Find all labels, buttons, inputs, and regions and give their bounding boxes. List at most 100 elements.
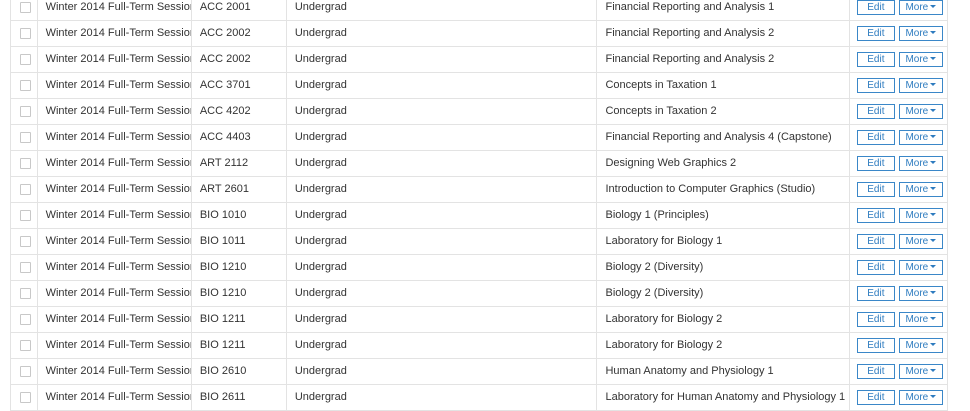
table-row: Winter 2014 Full-Term Session BIO 1011 U… bbox=[10, 228, 949, 255]
edit-button[interactable]: Edit bbox=[856, 389, 895, 405]
edit-button[interactable]: Edit bbox=[856, 25, 895, 41]
course-code-cell: BIO 1210 bbox=[190, 254, 287, 281]
row-select-checkbox[interactable] bbox=[20, 391, 31, 403]
level-cell: Undergrad bbox=[285, 46, 598, 73]
row-select-checkbox[interactable] bbox=[20, 287, 31, 299]
more-dropdown-button[interactable]: More bbox=[898, 155, 943, 171]
more-button-label: More bbox=[905, 235, 929, 247]
more-dropdown-button[interactable]: More bbox=[898, 103, 943, 119]
edit-button[interactable]: Edit bbox=[856, 129, 895, 145]
row-select-cell bbox=[10, 384, 38, 411]
more-dropdown-button[interactable]: More bbox=[898, 363, 943, 379]
more-dropdown-button[interactable]: More bbox=[898, 0, 943, 15]
course-title-cell: Introduction to Computer Graphics (Studi… bbox=[596, 176, 850, 203]
level-cell: Undergrad bbox=[285, 280, 598, 307]
row-select-checkbox[interactable] bbox=[20, 209, 31, 221]
more-dropdown-button[interactable]: More bbox=[898, 77, 943, 93]
row-select-cell bbox=[10, 358, 38, 385]
row-select-checkbox[interactable] bbox=[20, 27, 31, 39]
caret-down-icon bbox=[930, 368, 937, 372]
level-cell: Undergrad bbox=[285, 384, 598, 411]
edit-button[interactable]: Edit bbox=[856, 181, 895, 197]
more-button-label: More bbox=[905, 131, 929, 143]
course-table-container: Winter 2014 Full-Term Session ACC 2001 U… bbox=[10, 0, 949, 411]
caret-down-icon bbox=[930, 394, 937, 398]
table-row: Winter 2014 Full-Term Session BIO 1210 U… bbox=[10, 280, 949, 307]
caret-down-icon bbox=[930, 30, 937, 34]
more-button-label: More bbox=[905, 287, 929, 299]
term-cell: Winter 2014 Full-Term Session bbox=[36, 20, 192, 47]
edit-button[interactable]: Edit bbox=[856, 363, 895, 379]
edit-button[interactable]: Edit bbox=[856, 207, 895, 223]
edit-button[interactable]: Edit bbox=[856, 285, 895, 301]
actions-cell: Edit More bbox=[848, 358, 949, 385]
more-dropdown-button[interactable]: More bbox=[898, 207, 943, 223]
course-code-cell: BIO 1211 bbox=[190, 332, 287, 359]
course-code-cell: ACC 2002 bbox=[190, 46, 287, 73]
level-cell: Undergrad bbox=[285, 358, 598, 385]
actions-cell: Edit More bbox=[848, 0, 949, 21]
row-select-checkbox[interactable] bbox=[20, 131, 31, 143]
caret-down-icon bbox=[930, 108, 937, 112]
row-select-checkbox[interactable] bbox=[20, 365, 31, 377]
edit-button[interactable]: Edit bbox=[856, 103, 895, 119]
level-cell: Undergrad bbox=[285, 228, 598, 255]
edit-button[interactable]: Edit bbox=[856, 311, 895, 327]
table-row: Winter 2014 Full-Term Session ACC 2001 U… bbox=[10, 0, 949, 21]
actions-cell: Edit More bbox=[848, 20, 949, 47]
table-row: Winter 2014 Full-Term Session ACC 2002 U… bbox=[10, 20, 949, 47]
row-select-checkbox[interactable] bbox=[20, 313, 31, 325]
actions-cell: Edit More bbox=[848, 98, 949, 125]
more-dropdown-button[interactable]: More bbox=[898, 25, 943, 41]
level-cell: Undergrad bbox=[285, 202, 598, 229]
more-dropdown-button[interactable]: More bbox=[898, 233, 943, 249]
more-dropdown-button[interactable]: More bbox=[898, 311, 943, 327]
term-cell: Winter 2014 Full-Term Session bbox=[36, 358, 192, 385]
term-cell: Winter 2014 Full-Term Session bbox=[36, 150, 192, 177]
course-code-cell: BIO 1011 bbox=[190, 228, 287, 255]
term-cell: Winter 2014 Full-Term Session bbox=[36, 306, 192, 333]
actions-cell: Edit More bbox=[848, 384, 949, 411]
actions-cell: Edit More bbox=[848, 228, 949, 255]
edit-button[interactable]: Edit bbox=[856, 155, 895, 171]
row-select-checkbox[interactable] bbox=[20, 105, 31, 117]
row-select-checkbox[interactable] bbox=[20, 235, 31, 247]
caret-down-icon bbox=[930, 160, 937, 164]
caret-down-icon bbox=[930, 82, 937, 86]
row-select-checkbox[interactable] bbox=[20, 261, 31, 273]
more-button-label: More bbox=[905, 1, 929, 13]
actions-cell: Edit More bbox=[848, 306, 949, 333]
edit-button[interactable]: Edit bbox=[856, 337, 895, 353]
edit-button[interactable]: Edit bbox=[856, 77, 895, 93]
row-select-checkbox[interactable] bbox=[20, 79, 31, 91]
more-button-label: More bbox=[905, 183, 929, 195]
row-select-checkbox[interactable] bbox=[20, 339, 31, 351]
edit-button[interactable]: Edit bbox=[856, 51, 895, 67]
more-dropdown-button[interactable]: More bbox=[898, 389, 943, 405]
more-dropdown-button[interactable]: More bbox=[898, 259, 943, 275]
course-code-cell: BIO 1010 bbox=[190, 202, 287, 229]
level-cell: Undergrad bbox=[285, 72, 598, 99]
more-dropdown-button[interactable]: More bbox=[898, 181, 943, 197]
table-row: Winter 2014 Full-Term Session ACC 2002 U… bbox=[10, 46, 949, 73]
row-select-checkbox[interactable] bbox=[20, 157, 31, 169]
course-code-cell: BIO 1211 bbox=[190, 306, 287, 333]
table-row: Winter 2014 Full-Term Session ART 2112 U… bbox=[10, 150, 949, 177]
course-code-cell: ACC 2001 bbox=[190, 0, 287, 21]
more-dropdown-button[interactable]: More bbox=[898, 51, 943, 67]
caret-down-icon bbox=[930, 316, 937, 320]
row-select-cell bbox=[10, 254, 38, 281]
row-select-checkbox[interactable] bbox=[20, 183, 31, 195]
row-select-checkbox[interactable] bbox=[20, 53, 31, 65]
term-cell: Winter 2014 Full-Term Session bbox=[36, 254, 192, 281]
course-title-cell: Laboratory for Human Anatomy and Physiol… bbox=[596, 384, 850, 411]
more-dropdown-button[interactable]: More bbox=[898, 129, 943, 145]
more-dropdown-button[interactable]: More bbox=[898, 337, 943, 353]
edit-button[interactable]: Edit bbox=[856, 233, 895, 249]
edit-button[interactable]: Edit bbox=[856, 259, 895, 275]
more-dropdown-button[interactable]: More bbox=[898, 285, 943, 301]
edit-button[interactable]: Edit bbox=[856, 0, 895, 15]
row-select-checkbox[interactable] bbox=[20, 1, 31, 13]
course-title-cell: Biology 2 (Diversity) bbox=[596, 280, 850, 307]
level-cell: Undergrad bbox=[285, 332, 598, 359]
